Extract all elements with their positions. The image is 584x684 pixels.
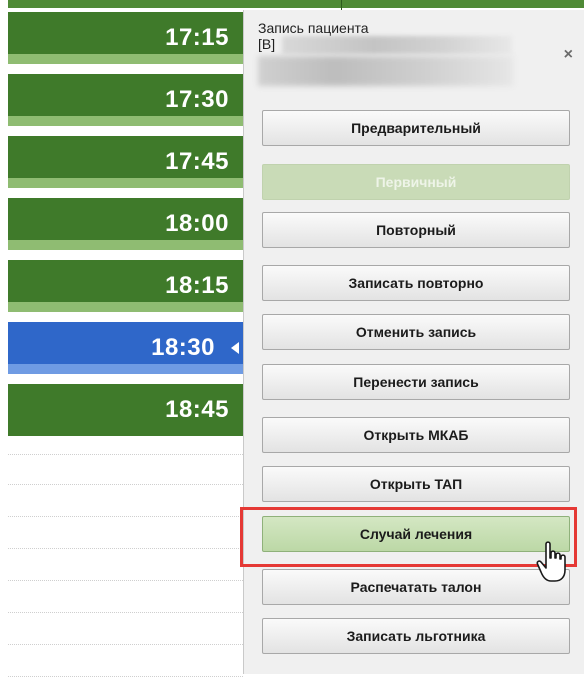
repeat-visit-button[interactable]: Повторный [262,212,570,248]
top-strip [243,0,584,8]
hand-cursor-icon [536,541,566,582]
print-ticket-button[interactable]: Распечатать талон [262,569,570,605]
primary-visit-button[interactable]: Первичный [262,164,570,200]
slot-separator [8,116,243,126]
popup-title: Запись пациента [258,20,369,36]
slot-time: 18:00 [165,210,229,237]
highlight-frame [240,507,577,567]
slot-separator [8,302,243,312]
empty-row-divider [8,644,243,645]
preliminary-button[interactable]: Предварительный [262,110,570,146]
open-mkab-button[interactable]: Открыть МКАБ [262,417,570,453]
time-slot-column: 17:15 17:30 17:45 18:00 18:15 18:30 18:4… [8,0,243,684]
book-beneficiary-button[interactable]: Записать льготника [262,618,570,654]
slot-time: 18:15 [165,272,229,299]
time-slot[interactable]: 17:30 [8,74,243,126]
popup-header: Запись пациента [В] × [244,10,584,88]
reschedule-button[interactable]: Перенести запись [262,364,570,400]
book-again-button[interactable]: Записать повторно [262,265,570,301]
slot-separator [8,54,243,64]
empty-row-divider [8,516,243,517]
time-slot[interactable]: 17:45 [8,136,243,188]
time-slot[interactable]: 17:15 [8,12,243,64]
open-tap-button[interactable]: Открыть ТАП [262,466,570,502]
time-slot[interactable]: 18:45 [8,384,243,436]
close-icon[interactable]: × [564,46,573,64]
empty-row-divider [8,580,243,581]
slot-separator [8,364,243,374]
slot-separator [8,240,243,250]
empty-row-divider [8,454,243,455]
empty-row-divider [8,612,243,613]
slot-time: 17:15 [165,24,229,51]
top-strip [8,0,243,8]
redacted-patient-details [258,56,513,86]
slot-separator [8,178,243,188]
empty-row-divider [8,484,243,485]
cancel-appointment-button[interactable]: Отменить запись [262,314,570,350]
slot-time: 17:30 [165,86,229,113]
empty-row-divider [8,548,243,549]
redacted-patient-name [282,36,512,54]
pointer-arrow-icon [231,342,239,354]
time-slot-selected[interactable]: 18:30 [8,322,243,374]
patient-appointment-popup: Запись пациента [В] × Предварительный Пе… [243,10,584,674]
empty-row-divider [8,676,243,677]
slot-time: 18:45 [165,396,229,423]
time-slot[interactable]: 18:00 [8,198,243,250]
slot-time: 18:30 [151,334,215,361]
slot-time: 17:45 [165,148,229,175]
time-slot[interactable]: 18:15 [8,260,243,312]
patient-prefix: [В] [258,36,276,52]
